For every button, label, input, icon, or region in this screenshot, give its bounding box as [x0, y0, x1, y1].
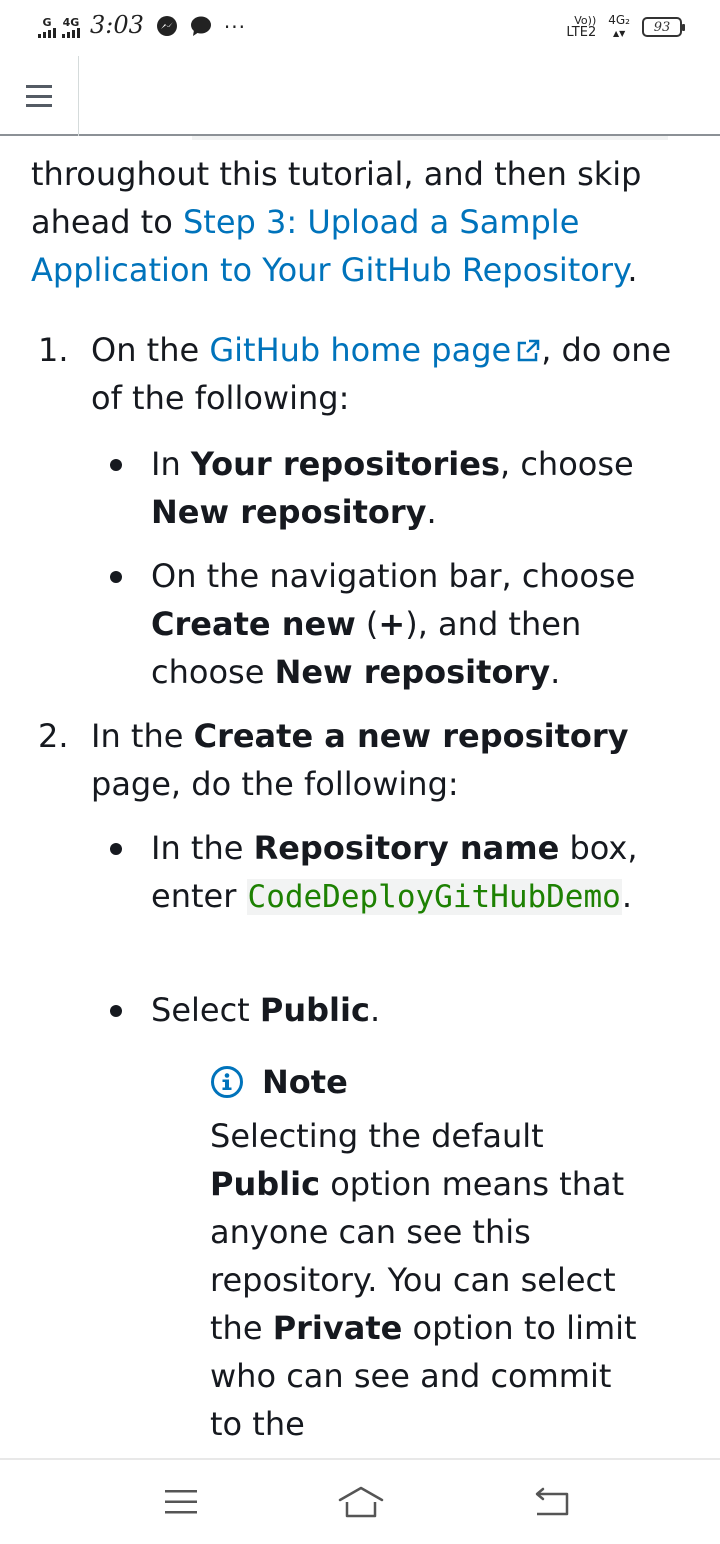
info-icon	[211, 1066, 243, 1098]
volte-indicator: Vo)) LTE2	[566, 14, 597, 40]
home-icon	[338, 1486, 384, 1518]
messenger-icon	[156, 16, 177, 36]
step-text: On the GitHub home page, do one of the f…	[91, 331, 672, 417]
github-home-link[interactable]: GitHub home page	[209, 331, 541, 369]
recents-button[interactable]	[156, 1482, 206, 1522]
step-number: 2.	[38, 717, 69, 755]
bullet-dot	[110, 459, 122, 471]
notification-overflow-icon: ···	[223, 15, 246, 39]
step-text: In the Create a new repository page, do …	[91, 717, 629, 803]
clock: 3:03	[90, 11, 144, 39]
app-header	[0, 56, 720, 136]
note-callout: Note Selecting the default Public option…	[210, 1058, 680, 1448]
system-navigation-bar	[0, 1458, 720, 1544]
note-body: Selecting the default Public option mean…	[210, 1117, 637, 1443]
repository-name-code: CodeDeployGitHubDemo	[246, 879, 622, 915]
step-number: 1.	[38, 331, 69, 369]
hamburger-menu-icon	[26, 85, 52, 107]
home-button[interactable]	[336, 1482, 386, 1522]
menu-button[interactable]	[0, 56, 79, 136]
intro-paragraph: throughout this tutorial, and then skip …	[31, 155, 642, 289]
chat-bubble-icon	[190, 16, 211, 36]
bullet-dot	[110, 843, 122, 855]
recents-icon	[165, 1490, 197, 1514]
note-title: Note	[262, 1063, 348, 1101]
external-link-icon	[517, 339, 540, 362]
status-bar: G 4G 3:03 ··· Vo)) LTE2 4G₂ ▲▼ 93	[0, 0, 720, 56]
article-content: throughout this tutorial, and then skip …	[0, 138, 720, 1458]
bullet-dot	[110, 571, 122, 583]
bullet-dot	[110, 1005, 122, 1017]
sim2-signal-icon: 4G	[62, 17, 80, 38]
battery-icon: 93	[642, 17, 685, 37]
network-type-indicator: 4G₂ ▲▼	[608, 13, 630, 38]
sim1-signal-icon: G	[38, 17, 56, 38]
back-button[interactable]	[526, 1482, 576, 1522]
back-icon	[535, 1487, 569, 1516]
